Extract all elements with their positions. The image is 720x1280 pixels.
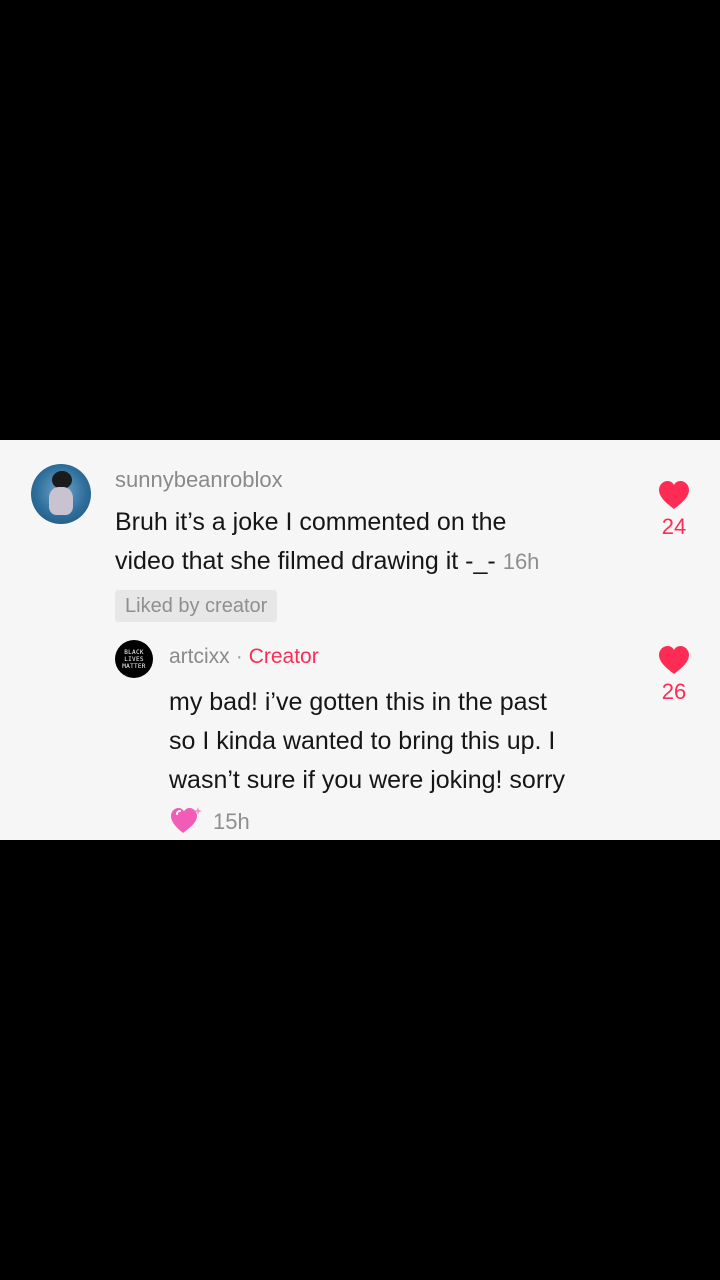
comment-like-button[interactable]: 24 xyxy=(644,480,704,540)
video-frame: sunnybeanroblox Bruh it’s a joke I comme… xyxy=(0,0,720,1280)
reply-avatar-text-2: LIVES xyxy=(124,655,144,663)
avatar-figure-body xyxy=(49,487,73,515)
liked-by-creator-badge: Liked by creator xyxy=(115,590,278,622)
reply-avatar-text-1: BLACK xyxy=(124,648,144,656)
avatar[interactable] xyxy=(31,464,91,524)
reply-like-button[interactable]: 26 xyxy=(644,645,704,705)
comment-username[interactable]: sunnybeanroblox xyxy=(115,467,283,493)
reply-separator: · xyxy=(235,645,243,668)
heart-icon[interactable] xyxy=(657,480,691,510)
reply-avatar-text-3: MATTER xyxy=(122,662,146,670)
reply-header: artcixx · Creator xyxy=(169,645,319,669)
reply-footer-row: 15h xyxy=(169,802,250,841)
comment-text-line-2-row: video that she filmed drawing it -_- 16h xyxy=(115,542,539,581)
creator-label: Creator xyxy=(248,645,319,668)
reply-avatar[interactable]: BLACK LIVES MATTER xyxy=(115,640,153,678)
heart-icon[interactable] xyxy=(657,645,691,675)
reply-timestamp: 15h xyxy=(213,809,250,834)
reply-text-line-2: so I kinda wanted to bring this up. I xyxy=(169,727,556,755)
reply-text-line-1: my bad! i’ve gotten this in the past xyxy=(169,688,547,716)
reply-like-count: 26 xyxy=(661,679,687,704)
comment-text-line-1: Bruh it’s a joke I commented on the xyxy=(115,508,507,536)
comment-timestamp: 16h xyxy=(502,549,540,574)
reply-text-line-3: wasn’t sure if you were joking! sorry xyxy=(169,766,565,794)
comment-text-line-2: video that she filmed drawing it -_- xyxy=(115,547,496,575)
comment-like-count: 24 xyxy=(661,514,687,539)
heart-sparkle-emoji-icon xyxy=(171,807,202,833)
reply-username[interactable]: artcixx xyxy=(169,645,230,668)
